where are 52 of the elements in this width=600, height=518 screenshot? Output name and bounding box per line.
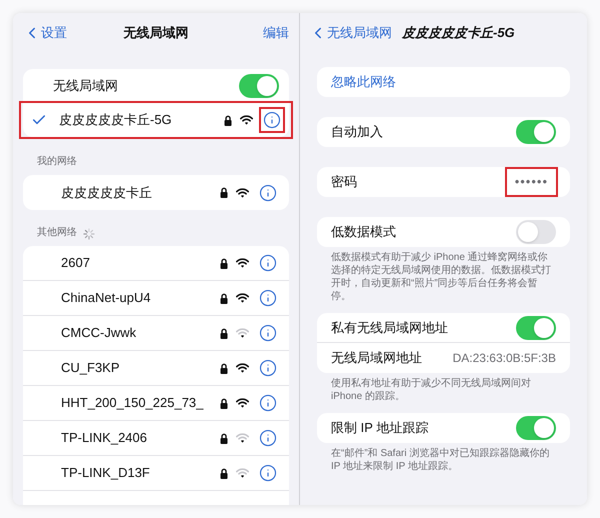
setting-label: 私有无线局域网地址 — [331, 318, 449, 337]
setting-label: 无线局域网地址 — [331, 349, 423, 368]
network-name[interactable]: CMCC-Jwwk — [61, 323, 212, 343]
network-name[interactable]: ChinaNet-upU4 — [61, 288, 212, 308]
loading-spinner-icon — [83, 228, 95, 240]
lock-icon — [220, 432, 228, 444]
lock-icon — [220, 362, 228, 374]
section-header: 我的网络 — [37, 154, 77, 169]
lock-icon — [220, 292, 228, 304]
back-button[interactable]: 设置 — [23, 23, 93, 43]
screen-title: 无线局域网 — [122, 24, 190, 42]
wifi-label: 无线局域网 — [53, 77, 119, 96]
lock-icon — [224, 114, 232, 126]
info-icon[interactable] — [259, 254, 277, 272]
password-dots: •••••• — [514, 173, 548, 192]
toggle-switch[interactable] — [239, 74, 279, 98]
info-icon[interactable] — [259, 429, 277, 447]
network-name[interactable]: CU_F3KP — [61, 358, 212, 378]
network-name[interactable]: TP-LINK_2406 — [61, 428, 212, 448]
section-header: 其他网络 — [37, 226, 77, 240]
lock-icon — [220, 187, 228, 198]
info-icon[interactable] — [259, 184, 277, 202]
setting-label: 自动加入 — [331, 123, 384, 142]
network-name[interactable]: TP-LINK_D13F — [61, 463, 212, 483]
network-name[interactable]: HHT_200_150_225_73_ — [61, 393, 212, 413]
network-name[interactable]: 皮皮皮皮皮卡丘 — [61, 182, 212, 202]
screen-title: 皮皮皮皮皮卡丘-5G — [402, 24, 515, 42]
footer-note: 使用私有地址有助于减少不同无线局域网间对 iPhone 的跟踪。 — [330, 376, 532, 403]
info-icon[interactable] — [259, 359, 277, 377]
forget-network-button[interactable]: 忽略此网络 — [331, 72, 556, 92]
address-value: DA:23:63:0B:5F:3B — [452, 350, 556, 367]
toggle-switch[interactable] — [516, 416, 556, 440]
toggle-switch[interactable] — [516, 220, 556, 244]
footer-note: 在“邮件”和 Safari 浏览器中对已知跟踪器隐藏你的 IP 地址来限制 IP 地址跟踪。 — [330, 446, 550, 473]
setting-label: 低数据模式 — [331, 223, 397, 242]
setting-label: 密码 — [331, 173, 358, 192]
info-icon[interactable] — [259, 394, 277, 412]
toggle-switch[interactable] — [516, 316, 556, 340]
toggle-switch[interactable] — [516, 120, 556, 144]
setting-label: 限制 IP 地址跟踪 — [331, 419, 430, 438]
back-button[interactable]: 无线局域网 — [309, 23, 392, 43]
footer-note: 低数据模式有助于减少 iPhone 通过蜂窝网络或你选择的特定无线局域网使用的数据。低数据模式打开时，自动更新和“照片”同步等后台任务将会暂停。 — [330, 250, 552, 303]
network-name[interactable]: 皮皮皮皮皮卡丘-5G — [59, 110, 216, 130]
info-icon[interactable] — [259, 324, 277, 342]
info-icon[interactable] — [259, 289, 277, 307]
lock-icon — [220, 258, 228, 268]
network-name[interactable]: 2607 — [61, 253, 212, 273]
edit-button[interactable]: 编辑 — [219, 23, 289, 43]
lock-icon — [220, 328, 228, 338]
lock-icon — [220, 398, 228, 408]
lock-icon — [220, 468, 228, 478]
info-icon[interactable] — [259, 464, 277, 482]
